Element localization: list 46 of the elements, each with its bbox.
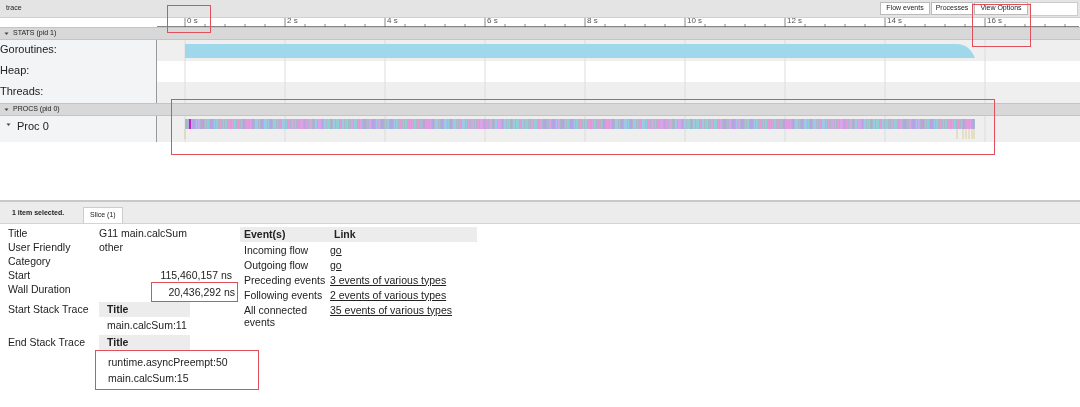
- track-label: Proc 0: [17, 119, 49, 134]
- search-field[interactable]: [1030, 1, 1078, 16]
- track-label: Goroutines:: [0, 42, 57, 57]
- column-header: Link: [333, 227, 357, 242]
- field-label: Start Stack Trace: [8, 302, 90, 317]
- highlight-box: [167, 5, 211, 33]
- highlight-box: [972, 4, 1031, 47]
- table-cell-text: Following events: [243, 288, 324, 301]
- expanded-icon[interactable]: [6, 122, 11, 127]
- field-label: User Friendly Category: [8, 240, 72, 268]
- column-header: Title: [99, 302, 190, 317]
- field-label: Wall Duration: [8, 282, 72, 297]
- tick-label: 0 s: [187, 16, 198, 25]
- tick-label: 6 s: [487, 16, 498, 25]
- tick-label: 2 s: [287, 16, 298, 25]
- field-value: 20,436,292 ns: [168, 286, 235, 298]
- table-cell-text: Outgoing flow: [243, 258, 310, 271]
- track-label: Heap:: [0, 63, 30, 78]
- tick-label: 12 s: [787, 16, 803, 25]
- column-header: Title: [99, 335, 190, 350]
- tick-label: 8 s: [587, 16, 598, 25]
- column-header: Event(s): [243, 227, 287, 242]
- track-label: Threads:: [0, 84, 44, 99]
- table-cell-text: main.calcSum:11: [106, 318, 188, 333]
- field-value: 115,460,157 ns: [160, 269, 232, 281]
- expanded-icon[interactable]: [4, 31, 9, 36]
- expanded-icon[interactable]: [4, 107, 9, 112]
- table-cell-text: main.calcSum:15: [107, 371, 190, 386]
- event-link[interactable]: 35 events of various types: [330, 303, 452, 328]
- table-cell-text: runtime.asyncPreempt:50: [107, 355, 228, 370]
- field-label: Title: [8, 226, 29, 240]
- tick-label: 4 s: [387, 16, 398, 25]
- field-value: G11 main.calcSum: [99, 226, 187, 240]
- field-label: End Stack Trace: [8, 335, 87, 350]
- tick-label: 16 s: [987, 16, 1003, 25]
- table-cell-text: Preceding events: [243, 273, 327, 286]
- event-link[interactable]: go: [330, 243, 342, 256]
- event-link[interactable]: 2 events of various types: [330, 288, 447, 301]
- event-link[interactable]: go: [330, 258, 342, 271]
- field-value: other: [99, 240, 123, 255]
- tick-label: 10 s: [687, 16, 703, 25]
- field-label: Start: [8, 268, 32, 282]
- table-cell-text: Incoming flow: [243, 243, 310, 256]
- table-cell-text: All connected events: [243, 303, 309, 328]
- event-link[interactable]: 3 events of various types: [330, 273, 447, 286]
- tick-label: 14 s: [887, 16, 903, 25]
